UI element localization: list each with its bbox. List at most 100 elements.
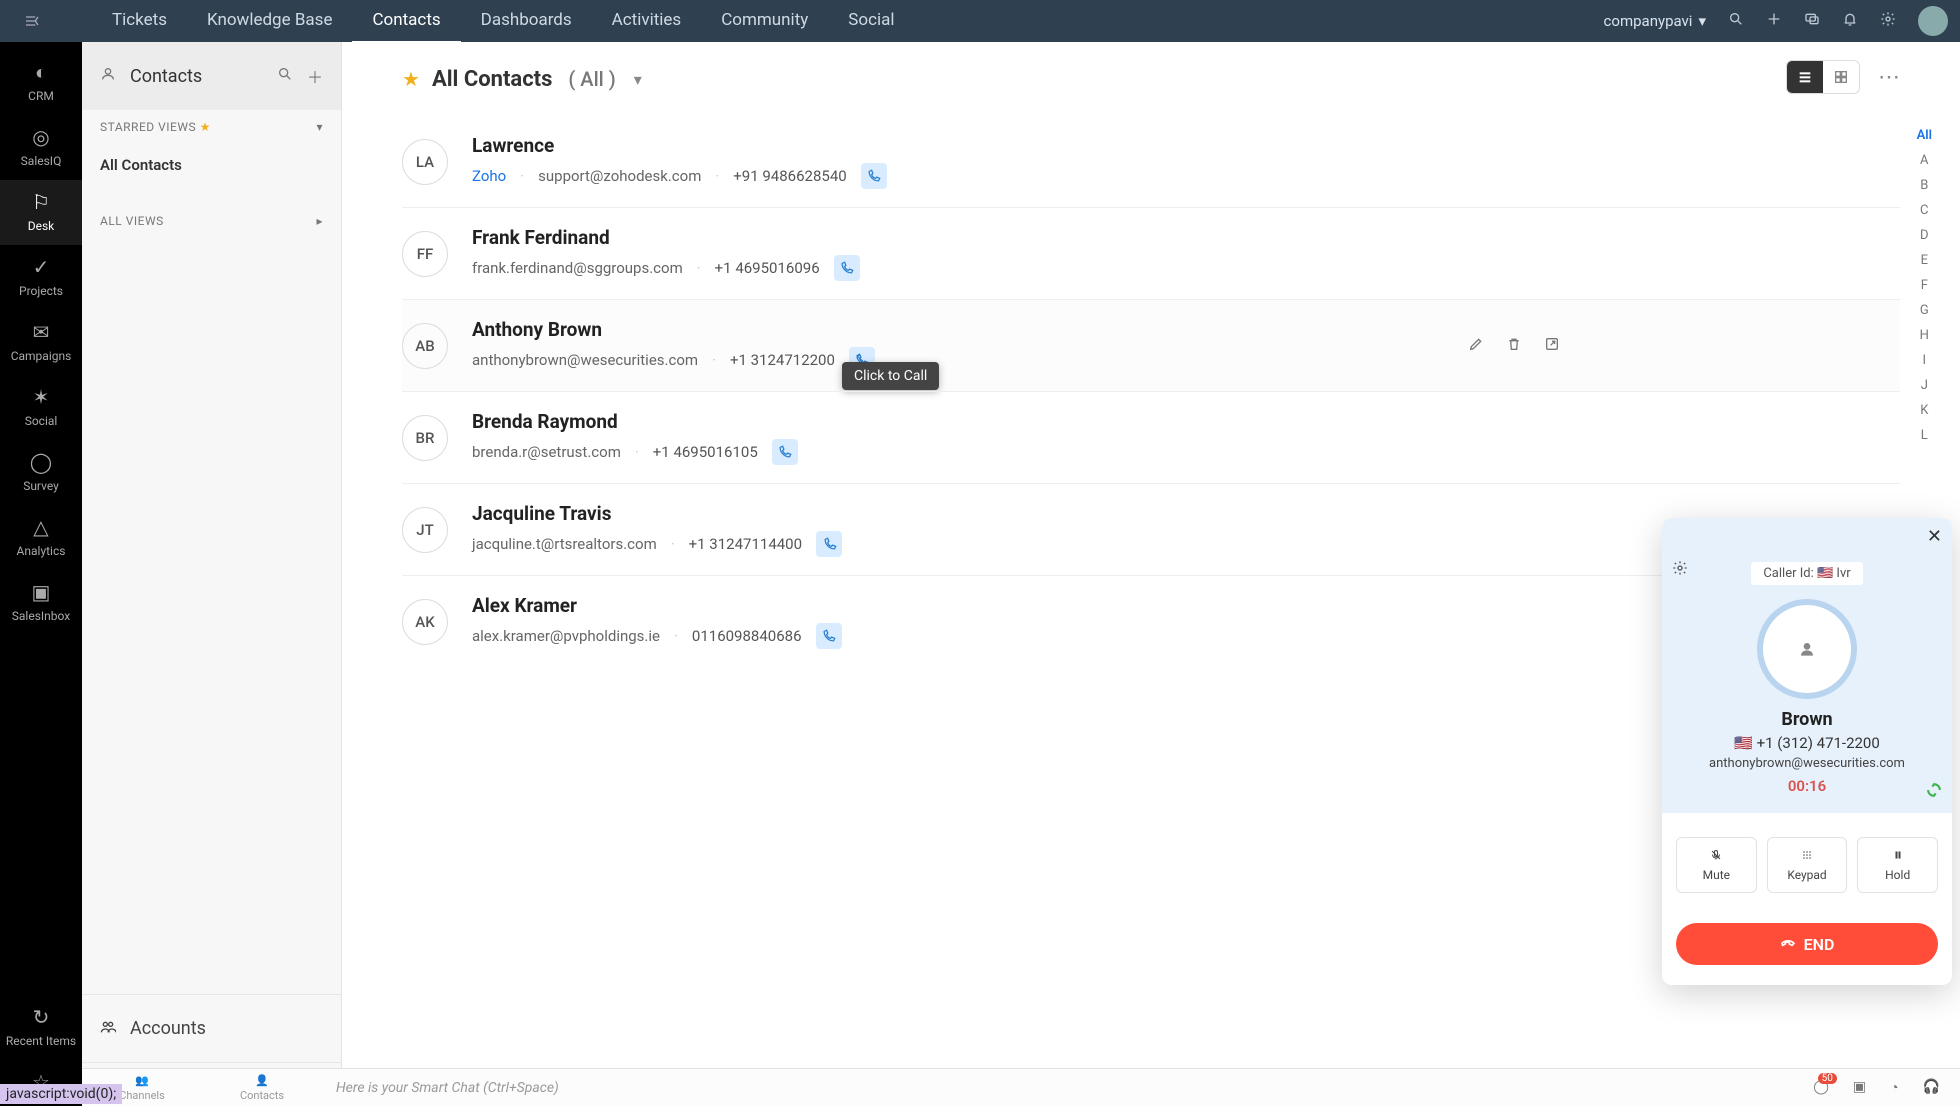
open-icon[interactable] bbox=[1544, 336, 1560, 356]
alpha-h[interactable]: H bbox=[1917, 328, 1932, 343]
app-recent-items[interactable]: ↻Recent Items bbox=[0, 995, 82, 1060]
tab-dashboards[interactable]: Dashboards bbox=[461, 0, 592, 43]
tab-knowledge-base[interactable]: Knowledge Base bbox=[187, 0, 352, 43]
end-call-button[interactable]: END bbox=[1676, 923, 1938, 965]
contact-row[interactable]: FF Frank Ferdinand frank.ferdinand@sggro… bbox=[402, 207, 1900, 299]
hold-icon bbox=[1892, 849, 1904, 864]
app-social[interactable]: ✶Social bbox=[0, 375, 82, 440]
salesinbox-icon: ▣ bbox=[29, 580, 53, 604]
app-projects[interactable]: ✓Projects bbox=[0, 245, 82, 310]
user-avatar[interactable] bbox=[1918, 6, 1948, 36]
alpha-i[interactable]: I bbox=[1917, 353, 1932, 368]
contact-row[interactable]: BR Brenda Raymond brenda.r@setrust.com ·… bbox=[402, 391, 1900, 483]
call-button[interactable] bbox=[772, 439, 798, 465]
app-label: CRM bbox=[28, 89, 54, 103]
contact-row[interactable]: AB Anthony Brown anthonybrown@wesecuriti… bbox=[402, 299, 1900, 391]
alpha-d[interactable]: D bbox=[1917, 228, 1932, 243]
chevron-right-icon: ▸ bbox=[316, 214, 323, 228]
chevron-down-icon: ▾ bbox=[1698, 12, 1706, 30]
coin-icon[interactable]: ◯50 bbox=[1813, 1079, 1829, 1096]
desk-icon: ⚐ bbox=[29, 190, 53, 214]
app-salesinbox[interactable]: ▣SalesInbox bbox=[0, 570, 82, 635]
search-icon[interactable] bbox=[1728, 11, 1744, 31]
transfer-icon[interactable] bbox=[1924, 780, 1944, 805]
tab-contacts[interactable]: Contacts bbox=[352, 0, 460, 43]
contact-meta: Zoho · support@zohodesk.com · +91 948662… bbox=[472, 163, 887, 189]
app-crm[interactable]: ◐CRM bbox=[0, 50, 82, 115]
smart-chat-input[interactable]: Here is your Smart Chat (Ctrl+Space) bbox=[322, 1080, 1813, 1096]
app-survey[interactable]: ◯Survey bbox=[0, 440, 82, 505]
contact-email: alex.kramer@pvpholdings.ie bbox=[472, 627, 660, 645]
alpha-b[interactable]: B bbox=[1917, 178, 1932, 193]
tab-tickets[interactable]: Tickets bbox=[92, 0, 187, 43]
topbar-right: companypavi ▾ bbox=[1604, 6, 1948, 36]
company-switcher[interactable]: companypavi ▾ bbox=[1604, 12, 1706, 30]
app-desk[interactable]: ⚐Desk bbox=[0, 180, 82, 245]
alpha-k[interactable]: K bbox=[1917, 403, 1932, 418]
plus-icon[interactable] bbox=[1766, 11, 1782, 31]
edit-icon[interactable] bbox=[1468, 336, 1484, 356]
sidebar-item-all-contacts[interactable]: All Contacts bbox=[82, 144, 341, 186]
bottom-tab-contacts[interactable]: 👤Contacts bbox=[202, 1074, 322, 1102]
page-title: All Contacts bbox=[432, 67, 552, 92]
contact-body: Brenda Raymond brenda.r@setrust.com · +1… bbox=[472, 410, 798, 465]
clock-icon[interactable]: ◔ bbox=[1890, 1079, 1898, 1096]
call-button[interactable] bbox=[816, 531, 842, 557]
grid-view-button[interactable] bbox=[1823, 61, 1859, 93]
mute-button[interactable]: Mute bbox=[1676, 837, 1757, 893]
tab-community[interactable]: Community bbox=[701, 0, 828, 43]
chat-icon[interactable] bbox=[1804, 11, 1820, 31]
contact-name: Anthony Brown bbox=[472, 318, 875, 341]
alpha-e[interactable]: E bbox=[1917, 253, 1932, 268]
badge: 50 bbox=[1818, 1073, 1837, 1084]
headset-icon[interactable]: 🎧 bbox=[1923, 1079, 1940, 1096]
group-label-text: STARRED VIEWS bbox=[100, 120, 196, 134]
search-icon[interactable] bbox=[277, 66, 293, 86]
list-view-button[interactable] bbox=[1787, 61, 1823, 93]
contact-org[interactable]: Zoho bbox=[472, 167, 506, 185]
starred-views-label[interactable]: STARRED VIEWS ★ ▾ bbox=[82, 110, 341, 144]
alpha-c[interactable]: C bbox=[1917, 203, 1932, 218]
hold-button[interactable]: Hold bbox=[1857, 837, 1938, 893]
call-button[interactable] bbox=[834, 255, 860, 281]
call-contact-name: Brown bbox=[1676, 709, 1938, 730]
tab-activities[interactable]: Activities bbox=[592, 0, 702, 43]
more-menu-icon[interactable]: ⋯ bbox=[1878, 65, 1900, 90]
close-icon[interactable]: ✕ bbox=[1927, 526, 1942, 547]
delete-icon[interactable] bbox=[1506, 336, 1522, 356]
sidebar-accounts[interactable]: Accounts bbox=[82, 994, 341, 1062]
bell-icon[interactable] bbox=[1842, 11, 1858, 31]
contact-meta: frank.ferdinand@sggroups.com · +1 469501… bbox=[472, 255, 860, 281]
call-email: anthonybrown@wesecurities.com bbox=[1676, 756, 1938, 771]
phone-end-icon bbox=[1780, 934, 1796, 954]
star-icon[interactable]: ★ bbox=[402, 67, 420, 91]
gear-icon[interactable] bbox=[1880, 11, 1896, 31]
tab-social[interactable]: Social bbox=[828, 0, 914, 43]
inbox-icon[interactable]: ▣ bbox=[1853, 1079, 1866, 1096]
call-button[interactable] bbox=[816, 623, 842, 649]
alpha-all[interactable]: All bbox=[1917, 128, 1932, 143]
alpha-l[interactable]: L bbox=[1917, 428, 1932, 443]
keypad-button[interactable]: Keypad bbox=[1767, 837, 1848, 893]
app-label: Survey bbox=[23, 479, 59, 493]
gear-icon[interactable] bbox=[1672, 560, 1688, 580]
topbar-collapse-icon[interactable] bbox=[12, 13, 52, 29]
chevron-down-icon[interactable]: ▾ bbox=[634, 70, 642, 89]
alpha-j[interactable]: J bbox=[1917, 378, 1932, 393]
app-label: Recent Items bbox=[6, 1034, 76, 1048]
app-campaigns[interactable]: ✉Campaigns bbox=[0, 310, 82, 375]
avatar: BR bbox=[402, 415, 448, 461]
avatar: AK bbox=[402, 599, 448, 645]
contact-row[interactable]: LA Lawrence Zoho · support@zohodesk.com … bbox=[402, 116, 1900, 207]
app-analytics[interactable]: △Analytics bbox=[0, 505, 82, 570]
avatar: AB bbox=[402, 323, 448, 369]
alpha-a[interactable]: A bbox=[1917, 153, 1932, 168]
alpha-f[interactable]: F bbox=[1917, 278, 1932, 293]
all-views-label[interactable]: ALL VIEWS ▸ bbox=[82, 204, 341, 238]
alpha-g[interactable]: G bbox=[1917, 303, 1932, 318]
call-button[interactable] bbox=[861, 163, 887, 189]
accounts-label: Accounts bbox=[130, 1018, 206, 1039]
contacts-icon bbox=[100, 66, 116, 86]
app-salesiq[interactable]: ◎SalesIQ bbox=[0, 115, 82, 180]
plus-icon[interactable]: ＋ bbox=[307, 64, 323, 88]
